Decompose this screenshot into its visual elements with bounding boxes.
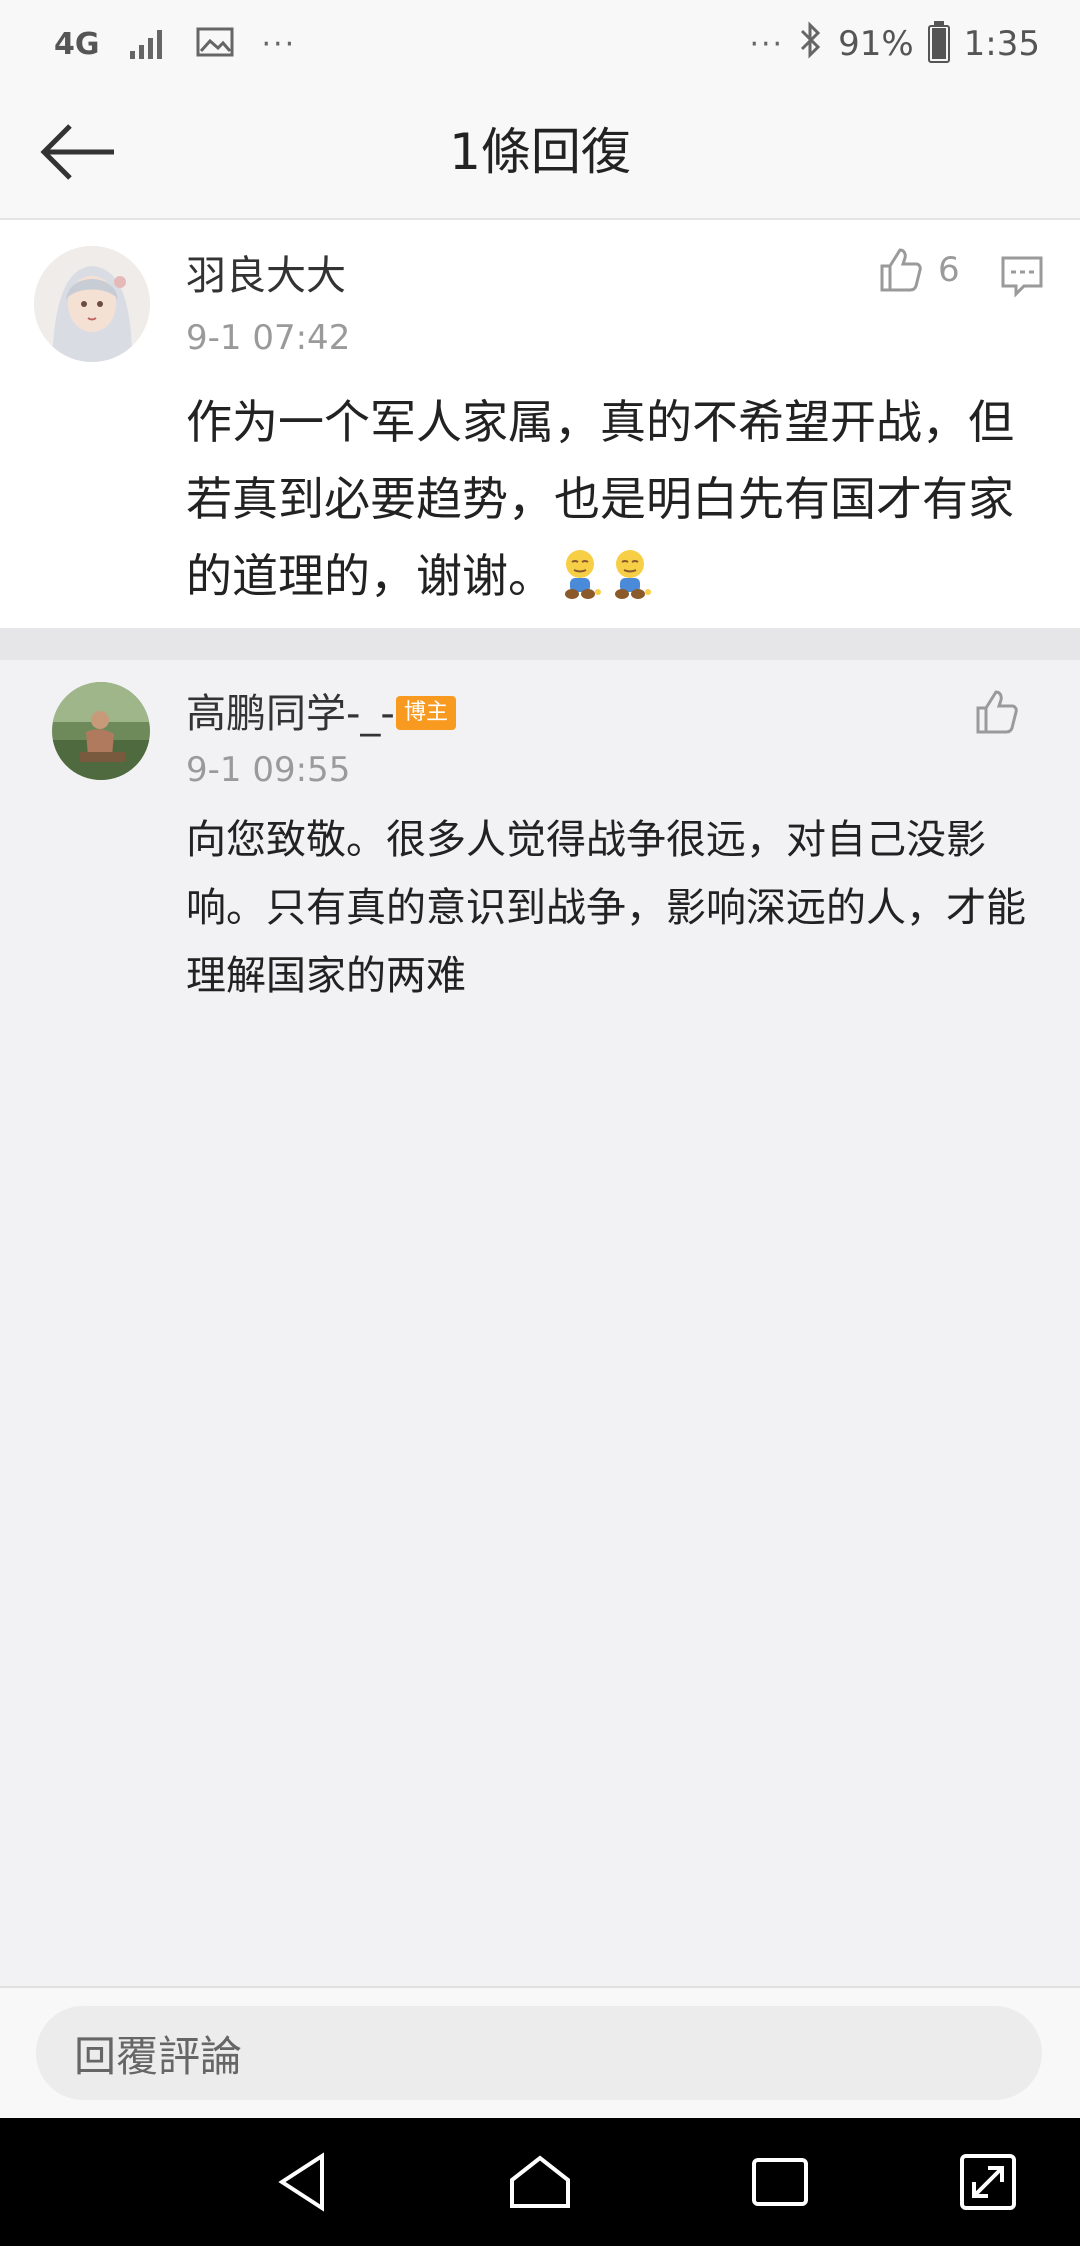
page-title: 1條回復 bbox=[449, 123, 631, 181]
reply-timestamp: 9-1 09:55 bbox=[186, 750, 351, 790]
comment-username[interactable]: 羽良大大 bbox=[186, 250, 346, 302]
nav-home-icon bbox=[510, 2155, 570, 2208]
status-more-right: ··· bbox=[749, 26, 785, 62]
navigation-bar bbox=[0, 2118, 1080, 2246]
nav-recents-icon bbox=[752, 2158, 808, 2206]
avatar[interactable] bbox=[52, 682, 150, 780]
comment-icon bbox=[1001, 256, 1043, 298]
like-button[interactable]: 6 bbox=[876, 246, 960, 294]
nav-expand-button[interactable] bbox=[954, 2148, 1022, 2216]
reply-username[interactable]: 高鹏同学-_- bbox=[186, 688, 395, 740]
reply-bar: 回覆評論 bbox=[0, 1986, 1080, 2120]
main-comment: 羽良大大 9-1 07:42 6 作为一个军人家属，真的不希望开战，但若真到必要… bbox=[0, 220, 1080, 628]
signal-icon bbox=[128, 25, 168, 63]
status-bar: 4G ··· ··· 91% 1:35 bbox=[0, 0, 1080, 88]
nav-back-icon bbox=[278, 2152, 324, 2212]
reply-item: 高鹏同学-_- 博主 9-1 09:55 向您致敬。很多人觉得战争很远，对自己没… bbox=[0, 660, 1080, 1986]
reply-input[interactable]: 回覆評論 bbox=[36, 2006, 1042, 2100]
reply-text: 向您致敬。很多人觉得战争很远，对自己没影响。只有真的意识到战争，影响深远的人，才… bbox=[186, 817, 1026, 999]
nav-back-button[interactable] bbox=[272, 2148, 340, 2216]
avatar[interactable] bbox=[34, 246, 150, 362]
title-bar: 1條回復 bbox=[0, 88, 1080, 220]
image-icon bbox=[196, 26, 234, 62]
emoji-icon bbox=[560, 546, 604, 599]
thumbs-up-icon bbox=[976, 690, 1018, 734]
section-divider bbox=[0, 628, 1080, 660]
clock: 1:35 bbox=[963, 24, 1040, 64]
battery-fill bbox=[931, 28, 946, 59]
author-badge: 博主 bbox=[396, 696, 457, 730]
battery-percent: 91% bbox=[838, 24, 914, 64]
nav-expand-icon bbox=[960, 2154, 1016, 2210]
bluetooth-icon bbox=[798, 20, 824, 68]
reply-comment-button[interactable] bbox=[1000, 254, 1044, 298]
like-button[interactable] bbox=[972, 688, 1020, 736]
like-count: 6 bbox=[938, 250, 960, 290]
battery-icon bbox=[927, 21, 950, 63]
network-type: 4G bbox=[54, 26, 100, 62]
nav-recents-button[interactable] bbox=[746, 2148, 814, 2216]
thumbs-up-icon bbox=[880, 248, 922, 292]
status-more-left: ··· bbox=[261, 26, 297, 62]
nav-home-button[interactable] bbox=[506, 2148, 574, 2216]
emoji-icon bbox=[610, 546, 654, 599]
comment-body: 作为一个军人家属，真的不希望开战，但若真到必要趋势，也是明白先有国才有家的道理的… bbox=[186, 384, 1032, 615]
comment-timestamp: 9-1 07:42 bbox=[186, 318, 351, 358]
